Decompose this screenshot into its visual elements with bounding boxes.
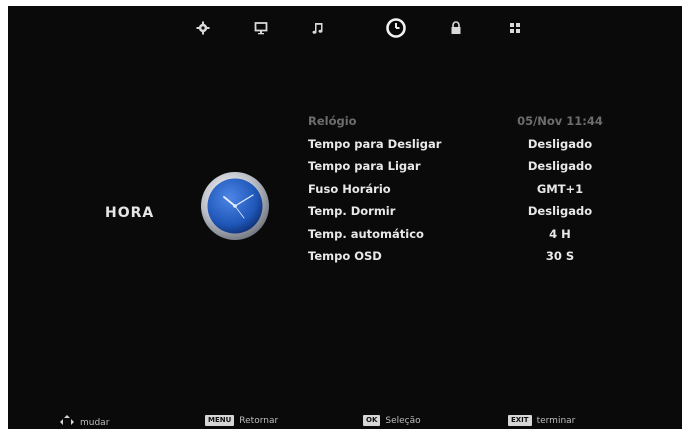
menu-tab-bar <box>8 6 682 54</box>
lock-icon[interactable] <box>446 18 466 38</box>
menu-row-value: 30 S <box>545 249 575 263</box>
menu-row-label: Fuso Horário <box>308 181 391 196</box>
ok-key-badge: OK <box>363 415 381 426</box>
music-note-icon[interactable] <box>308 18 328 38</box>
menu-row-label: Relógio <box>308 114 357 128</box>
menu-row-time-zone[interactable]: Fuso Horário GMT+1 <box>308 178 628 201</box>
analog-clock-icon <box>200 171 270 241</box>
menu-row-label: Tempo OSD <box>308 249 382 263</box>
grid-icon[interactable] <box>505 18 525 38</box>
exit-key-badge: EXIT <box>508 415 532 426</box>
menu-row-auto-standby[interactable]: Temp. automático 4 H <box>308 223 628 246</box>
menu-row-value: GMT+1 <box>536 181 584 196</box>
hint-move: mudar <box>60 415 109 429</box>
hint-menu-label: Retornar <box>239 415 279 426</box>
navigation-arrows-icon <box>60 415 74 429</box>
hint-move-label: mudar <box>80 417 110 428</box>
menu-row-value: 05/Nov 11:44 <box>517 114 603 128</box>
menu-row-value: Desligado <box>527 204 593 218</box>
hint-ok: OK Seleção <box>363 415 421 426</box>
section-title: HORA <box>105 205 155 221</box>
menu-row-value: Desligado <box>527 136 593 151</box>
menu-row-off-timer[interactable]: Tempo para Desligar Desligado <box>308 133 628 156</box>
menu-row-sleep-timer[interactable]: Temp. Dormir Desligado <box>308 200 628 223</box>
hint-exit: EXIT terminar <box>508 415 575 426</box>
menu-row-value: 4 H <box>549 226 571 241</box>
hint-menu: MENU Retornar <box>205 415 278 426</box>
menu-row-clock: Relógio 05/Nov 11:44 <box>308 110 628 133</box>
menu-key-badge: MENU <box>205 415 235 426</box>
menu-row-osd-timer[interactable]: Tempo OSD 30 S <box>308 245 628 268</box>
menu-row-label: Tempo para Desligar <box>308 136 442 151</box>
menu-row-value: Desligado <box>527 159 593 173</box>
monitor-icon[interactable] <box>251 18 271 38</box>
menu-row-label: Tempo para Ligar <box>308 159 421 173</box>
clock-icon[interactable] <box>383 15 409 41</box>
hint-ok-label: Seleção <box>385 415 421 426</box>
osd-menu-panel: HORA Relógio 05/Nov 11:44 Tempo para Des… <box>8 6 682 429</box>
key-hint-bar: mudar MENU Retornar OK Seleção EXIT term… <box>8 413 682 429</box>
hint-exit-label: terminar <box>536 415 576 426</box>
menu-row-label: Temp. Dormir <box>308 204 396 218</box>
menu-row-on-timer[interactable]: Tempo para Ligar Desligado <box>308 155 628 178</box>
menu-row-label: Temp. automático <box>308 226 424 241</box>
time-settings-menu: Relógio 05/Nov 11:44 Tempo para Desligar… <box>308 110 628 268</box>
settings-gear-icon[interactable] <box>193 18 213 38</box>
tv-screen: HORA Relógio 05/Nov 11:44 Tempo para Des… <box>0 0 687 429</box>
